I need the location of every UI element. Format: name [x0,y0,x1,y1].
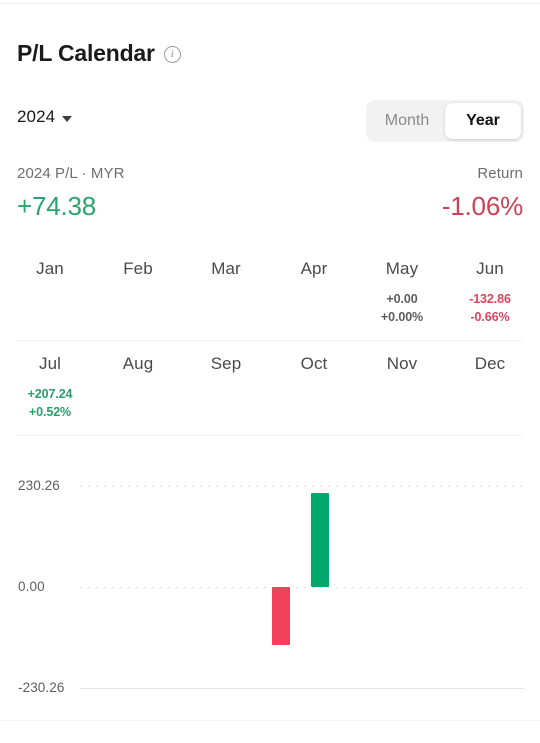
return-summary: Return -1.06% [442,163,523,223]
month-cell-aug[interactable]: Aug [94,341,182,436]
pl-label: 2024 P/L · MYR [17,165,125,182]
month-name: Apr [300,259,328,278]
control-row: 2024 Month Year [0,100,540,144]
month-pl: +0.00 [386,292,418,306]
month-pct: -0.66% [470,310,510,324]
month-cell-jan[interactable]: Jan [6,246,94,341]
y-axis-tick-top: 230.26 [18,478,60,493]
month-name: Feb [123,259,153,278]
page-title: P/L Calendar [17,40,155,66]
pl-summary: 2024 P/L · MYR +74.38 [17,163,125,223]
month-name: Nov [386,354,418,373]
month-row: Jan Feb Mar Apr May +0.00 +0.00% Jun -13… [0,246,540,341]
month-cell-jul[interactable]: Jul +207.24 +0.52% [6,341,94,436]
tab-year[interactable]: Year [445,103,521,139]
pl-bar-chart: 230.26 0.00 -230.26 [0,455,540,715]
month-name: Sep [210,354,242,373]
return-value: -1.06% [441,191,523,221]
month-cell-mar[interactable]: Mar [182,246,270,341]
bar-jul[interactable] [311,493,329,587]
month-cell-feb[interactable]: Feb [94,246,182,341]
period-toggle: Month Year [366,100,524,142]
month-pct: +0.00% [380,310,424,324]
month-row: Jul +207.24 +0.52% Aug Sep Oct Nov Dec [0,341,540,436]
month-cell-apr[interactable]: Apr [270,246,358,341]
page-header: P/L Calendar i [17,38,181,68]
pl-value: +74.38 [17,191,97,221]
month-cell-oct[interactable]: Oct [270,341,358,436]
month-cell-nov[interactable]: Nov [358,341,446,436]
month-name: Mar [211,259,241,278]
return-label: Return [477,165,523,182]
gridline-zero [80,587,524,588]
month-cell-may[interactable]: May +0.00 +0.00% [358,246,446,341]
bar-jun[interactable] [272,587,290,645]
month-cell-dec[interactable]: Dec [446,341,534,436]
month-grid: Jan Feb Mar Apr May +0.00 +0.00% Jun -13… [0,246,540,436]
month-name: Jun [476,259,504,278]
year-selector[interactable]: 2024 [17,107,73,127]
month-pl: +207.24 [27,387,73,401]
month-pl: -132.86 [469,292,511,306]
month-pct: +0.52% [28,405,72,419]
chevron-down-icon [62,115,73,122]
month-values: -132.86 -0.66% [469,291,511,325]
month-cell-sep[interactable]: Sep [182,341,270,436]
month-values: +207.24 +0.52% [28,386,73,420]
month-name: Jul [38,354,62,373]
month-name: Jan [36,259,64,278]
month-name: Aug [122,354,154,373]
bottom-divider [0,720,540,721]
gridline-bottom [80,688,524,689]
summary-row: 2024 P/L · MYR +74.38 Return -1.06% [0,163,540,223]
month-values: +0.00 +0.00% [381,291,423,325]
gridline-top [80,486,524,487]
year-label: 2024 [17,107,56,126]
tab-month[interactable]: Month [369,103,445,139]
month-name: Oct [300,354,328,373]
month-name: May [385,259,419,278]
y-axis-tick-zero: 0.00 [18,579,45,594]
top-divider [0,3,540,4]
month-cell-jun[interactable]: Jun -132.86 -0.66% [446,246,534,341]
month-name: Dec [474,354,506,373]
pl-calendar-screen: P/L Calendar i 2024 Month Year 2024 P/L … [0,0,540,743]
info-icon[interactable]: i [163,45,181,63]
y-axis-tick-bottom: -230.26 [18,680,65,695]
row-divider [17,435,523,436]
